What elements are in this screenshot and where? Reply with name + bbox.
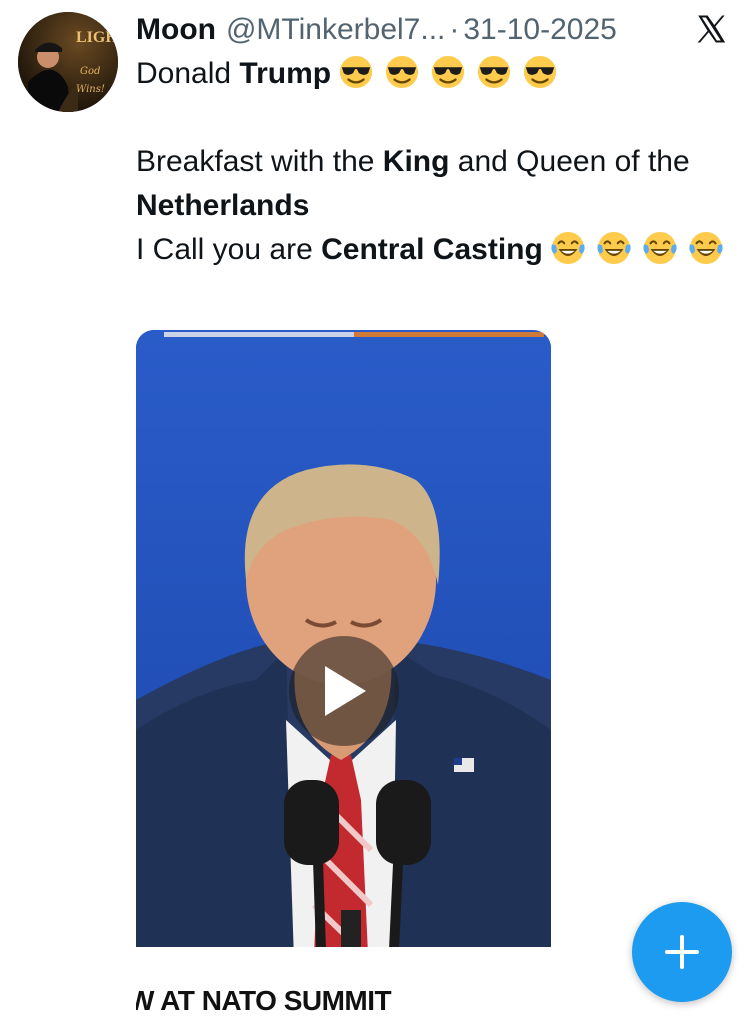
tweet-text: Donald Trump Breakfast with the King and… [136,52,736,272]
video-caption: W AT NATO SUMMIT [136,985,392,1016]
sunglasses-emoji-icon [386,55,419,89]
video-caption-bar: W AT NATO SUMMIT [136,947,551,1020]
avatar-image: LIGHT God Wins! [18,12,118,112]
tweet-line-1: Donald Trump [136,52,736,96]
tweet-video[interactable]: W AT NATO SUMMIT [136,330,551,1020]
sunglasses-emoji-icon [432,55,465,89]
avatar-logo-text: LIGHT [76,29,118,46]
author-handle[interactable]: @MTinkerbel7... [226,13,445,47]
sunglasses-emoji-icon [478,55,511,89]
laughing-emoji-icon [551,231,585,265]
tweet-line-2: Breakfast with the King and Queen of the… [136,140,736,228]
tweet-line-2-a: Breakfast with the [136,145,383,178]
svg-text:God: God [80,66,100,77]
author-name[interactable]: Moon [136,13,216,47]
svg-text:Wins!: Wins! [76,84,105,95]
laughing-emoji-icon [643,231,677,265]
tweet-line-3-b: Central Casting [321,233,543,266]
sunglasses-emoji-icon [340,55,373,89]
tweet-line-2-d: Netherlands [136,189,310,222]
tweet-line-1-text: Donald [136,57,240,90]
tweet-line-3: I Call you are Central Casting [136,228,736,272]
tweet-date[interactable]: 31-10-2025 [463,13,616,47]
sunglasses-emoji-icon [524,55,557,89]
tweet-line-3-a: I Call you are [136,233,322,266]
plus-icon [665,935,699,969]
tweet-line-2-c: and Queen of the [449,145,690,178]
tweet-line-2-b: King [382,145,450,178]
sunglasses-emoji-row [339,55,569,90]
play-button[interactable] [289,636,399,746]
x-logo-icon[interactable] [694,12,728,46]
tweet-header: Moon @MTinkerbel7... · 31-10-2025 [136,8,736,52]
play-icon [325,666,366,716]
header-separator: · [449,13,460,46]
laughing-emoji-icon [689,231,723,265]
compose-button[interactable] [632,902,732,1002]
laughing-emoji-row [551,231,735,266]
laughing-emoji-icon [597,231,631,265]
tweet-line-1-bold: Trump [239,57,332,90]
avatar[interactable]: LIGHT God Wins! [18,12,118,112]
